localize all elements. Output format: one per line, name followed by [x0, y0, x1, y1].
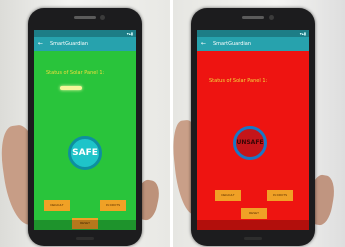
speaker-grille: [74, 16, 96, 19]
app-bar: ← SmartGuardian: [34, 37, 136, 51]
safe-status-badge: SAFE: [68, 136, 102, 170]
status-bar: ▾▴▮: [197, 30, 309, 37]
camera-icon: [269, 15, 274, 20]
in-drots-button[interactable]: IN DROTS: [267, 190, 293, 201]
panel-status-label: Status of Solar Panel 1:: [209, 78, 268, 84]
glare-highlight: [60, 86, 82, 90]
phone-left: ▾▴▮ ← SmartGuardian Status of Solar Pane…: [28, 8, 142, 246]
photo-right: ▾▴▮ ← SmartGuardian Status of Solar Pane…: [173, 0, 345, 247]
phone-right: ▾▴▮ ← SmartGuardian Status of Solar Pane…: [191, 8, 315, 246]
nav-bar: [34, 220, 136, 230]
nav-bar: [197, 220, 309, 230]
default-button[interactable]: DEFAULT: [44, 200, 70, 211]
app-bar: ← SmartGuardian: [197, 37, 309, 51]
reset-button[interactable]: RESET: [241, 208, 267, 219]
photo-left: ▾▴▮ ← SmartGuardian Status of Solar Pane…: [0, 0, 170, 247]
app-title: SmartGuardian: [213, 41, 251, 47]
panel-status-label: Status of Solar Panel 1:: [46, 70, 105, 76]
in-drots-button[interactable]: IN DROTS: [100, 200, 126, 211]
app-title: SmartGuardian: [50, 41, 88, 47]
phone-screen-safe: ▾▴▮ ← SmartGuardian Status of Solar Pane…: [34, 30, 136, 230]
home-button: [244, 237, 262, 240]
phone-screen-unsafe: ▾▴▮ ← SmartGuardian Status of Solar Pane…: [197, 30, 309, 230]
back-arrow-icon[interactable]: ←: [201, 37, 206, 51]
speaker-grille: [242, 16, 264, 19]
camera-icon: [100, 15, 105, 20]
back-arrow-icon[interactable]: ←: [38, 37, 43, 51]
unsafe-status-badge: UNSAFE: [233, 126, 267, 160]
default-button[interactable]: DEFAULT: [215, 190, 241, 201]
home-button: [76, 237, 94, 240]
status-bar: ▾▴▮: [34, 30, 136, 37]
